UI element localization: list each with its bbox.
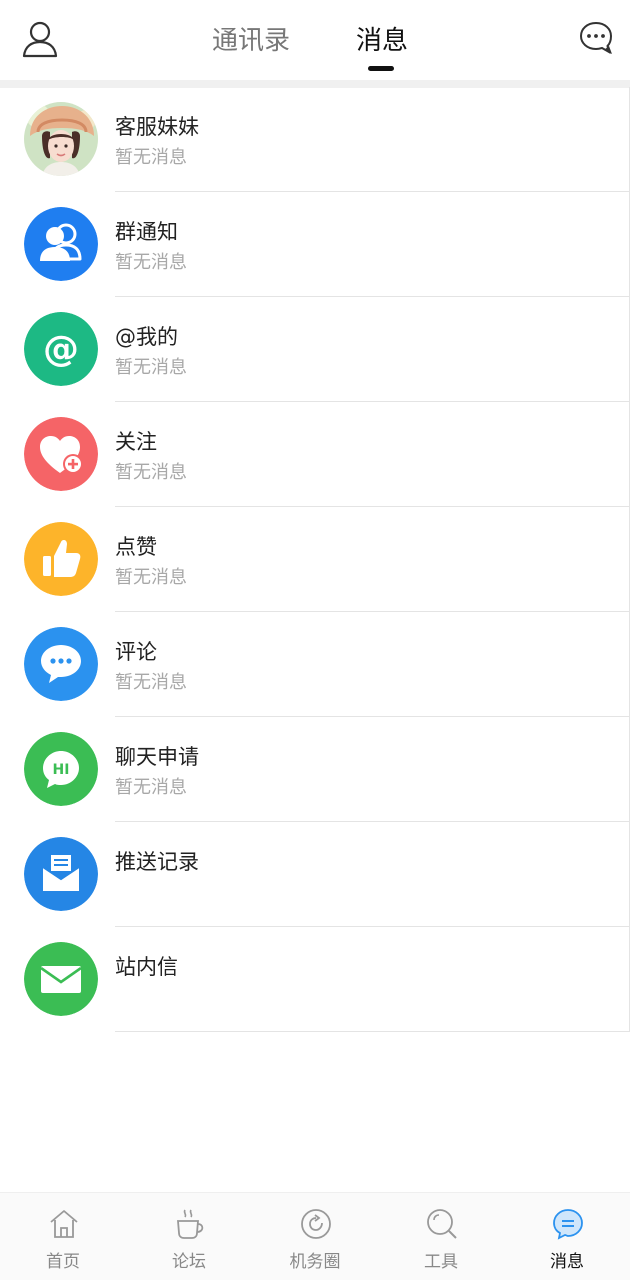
chat-bubble-icon[interactable] — [578, 20, 614, 56]
nav-item-home[interactable]: 首页 — [0, 1193, 126, 1280]
list-item-likes[interactable]: 点赞 暂无消息 — [0, 507, 630, 612]
list-item-chat-request[interactable]: HI 聊天申请 暂无消息 — [0, 717, 630, 822]
nav-label: 机务圈 — [289, 1252, 341, 1272]
list-item-group-notice[interactable]: 群通知 暂无消息 — [0, 192, 630, 297]
nav-item-messages[interactable]: 消息 — [504, 1193, 630, 1280]
group-icon — [24, 207, 98, 281]
customer-service-avatar — [24, 102, 98, 176]
list-item-inbox[interactable]: 站内信 — [0, 927, 630, 1032]
nav-label: 论坛 — [172, 1252, 206, 1272]
list-item-title: 群通知 — [115, 220, 178, 244]
tab-contacts[interactable]: 通讯录 — [212, 24, 290, 58]
svg-text:HI: HI — [53, 762, 70, 778]
list-item-title: 站内信 — [115, 955, 178, 979]
refresh-circle-icon — [299, 1207, 333, 1241]
list-item-title: 评论 — [115, 640, 157, 664]
nav-item-forum[interactable]: 论坛 — [126, 1193, 252, 1280]
chat-request-icon: HI — [24, 732, 98, 806]
profile-icon[interactable] — [22, 20, 58, 58]
comment-icon — [24, 627, 98, 701]
list-item-title: 聊天申请 — [115, 745, 199, 769]
list-item-push-records[interactable]: 推送记录 — [0, 822, 630, 927]
list-item-subtitle: 暂无消息 — [115, 777, 187, 798]
list-item-follow[interactable]: 关注 暂无消息 — [0, 402, 630, 507]
list-item-subtitle: 暂无消息 — [115, 252, 187, 273]
list-item-subtitle: 暂无消息 — [115, 147, 187, 168]
message-list: 客服妹妹 暂无消息 群通知 暂无消息 @ @我的 暂无消息 关注 暂无消息 点赞… — [0, 87, 630, 1032]
nav-item-tools[interactable]: 工具 — [378, 1193, 504, 1280]
push-record-icon — [24, 837, 98, 911]
active-tab-indicator — [368, 66, 394, 71]
list-item-subtitle: 暂无消息 — [115, 357, 187, 378]
list-item-subtitle: 暂无消息 — [115, 672, 187, 693]
nav-label: 工具 — [424, 1252, 458, 1272]
list-item-title: 客服妹妹 — [115, 115, 199, 139]
bottom-nav: 首页 论坛 机务圈 工具 消息 — [0, 1192, 630, 1280]
mail-icon — [24, 942, 98, 1016]
nav-label: 首页 — [46, 1252, 80, 1272]
thumbs-up-icon — [24, 522, 98, 596]
row-divider — [115, 1031, 630, 1032]
message-icon — [551, 1207, 585, 1241]
list-item-title: 推送记录 — [115, 850, 199, 874]
home-icon — [47, 1207, 81, 1241]
list-item-title: 关注 — [115, 430, 157, 454]
list-item-subtitle: 暂无消息 — [115, 462, 187, 483]
heart-plus-icon — [24, 417, 98, 491]
list-item-customer-service[interactable]: 客服妹妹 暂无消息 — [0, 87, 630, 192]
list-item-title: 点赞 — [115, 535, 157, 559]
svg-text:@: @ — [43, 329, 79, 370]
nav-item-circle[interactable]: 机务圈 — [252, 1193, 378, 1280]
list-item-mentions[interactable]: @ @我的 暂无消息 — [0, 297, 630, 402]
tab-messages[interactable]: 消息 — [356, 24, 408, 58]
search-icon — [425, 1207, 459, 1241]
list-item-title: @我的 — [115, 325, 178, 349]
top-header: 通讯录 消息 — [0, 0, 630, 80]
list-item-subtitle: 暂无消息 — [115, 567, 187, 588]
coffee-icon — [173, 1207, 207, 1241]
at-icon: @ — [24, 312, 98, 386]
list-item-comments[interactable]: 评论 暂无消息 — [0, 612, 630, 717]
nav-label: 消息 — [550, 1252, 584, 1272]
